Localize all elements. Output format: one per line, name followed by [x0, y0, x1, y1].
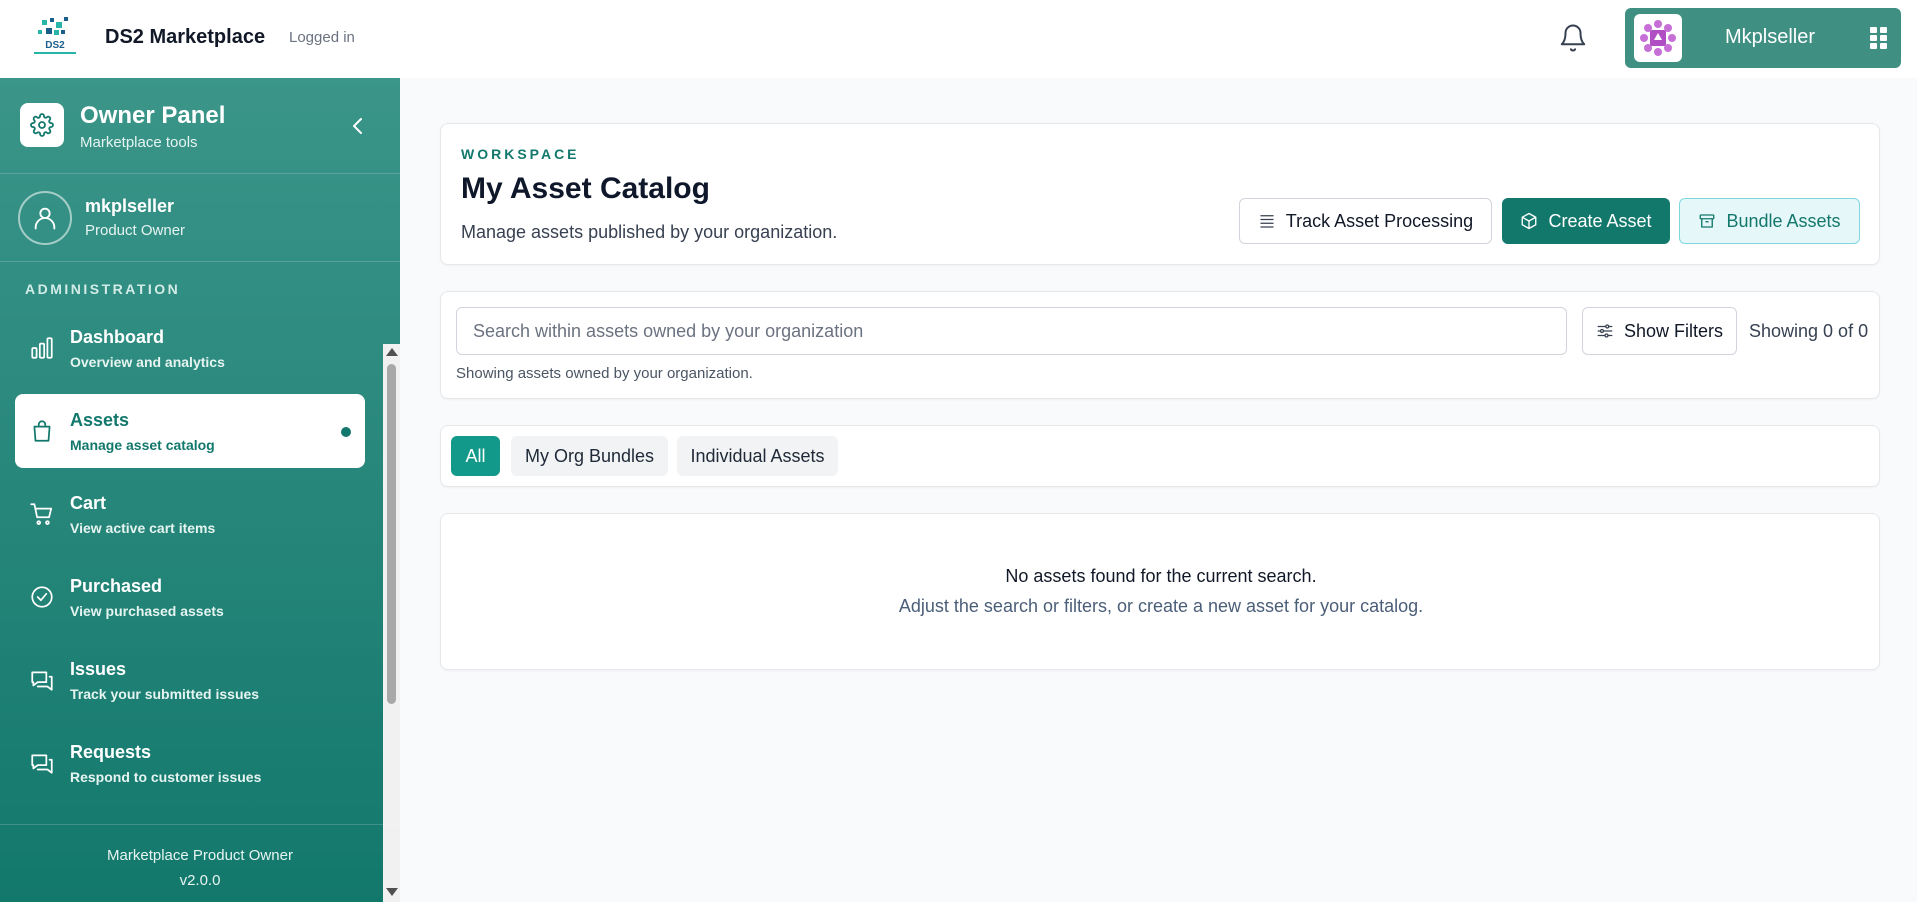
- logo-text: DS2: [45, 40, 65, 51]
- sidebar-item-sub: View active cart items: [70, 520, 216, 536]
- sidebar-item-label: Dashboard: [70, 327, 165, 347]
- profile-name: mkplseller: [85, 196, 175, 216]
- chat-icon: [29, 667, 55, 693]
- chat-icon: [29, 750, 55, 776]
- scroll-up-arrow-icon[interactable]: [386, 348, 398, 356]
- panel-title: Owner Panel: [80, 102, 226, 129]
- tab-my-org-bundles[interactable]: My Org Bundles: [511, 436, 668, 476]
- page-description: Manage assets published by your organiza…: [461, 222, 838, 242]
- sidebar-nav: ADMINISTRATION Dashboard Overview and an…: [0, 266, 400, 824]
- sidebar-item-sub: Overview and analytics: [70, 354, 225, 370]
- empty-subtitle: Adjust the search or filters, or create …: [898, 596, 1424, 616]
- sidebar-item-label: Requests: [70, 742, 152, 762]
- cube-icon: [1520, 212, 1538, 230]
- track-asset-processing-button[interactable]: Track Asset Processing: [1239, 198, 1492, 244]
- sidebar-item-label: Purchased: [70, 576, 163, 596]
- brand-title: DS2 Marketplace: [105, 26, 266, 48]
- sidebar-item-requests[interactable]: Requests Respond to customer issues: [15, 726, 365, 800]
- workspace-eyebrow: WORKSPACE: [461, 146, 580, 162]
- tab-all[interactable]: All: [451, 436, 500, 476]
- empty-title: No assets found for the current search.: [1005, 566, 1317, 586]
- page-title: My Asset Catalog: [461, 172, 710, 205]
- result-count: Showing 0 of 0: [1749, 321, 1869, 341]
- profile-card: mkplseller Product Owner: [0, 174, 400, 262]
- sidebar-item-dashboard[interactable]: Dashboard Overview and analytics: [15, 311, 365, 385]
- sidebar-item-sub: Track your submitted issues: [70, 686, 260, 702]
- sliders-icon: [1596, 322, 1614, 340]
- sidebar: Owner Panel Marketplace tools mkplseller…: [0, 78, 400, 902]
- profile-role: Product Owner: [85, 222, 186, 239]
- top-header: DS2 DS2 Marketplace Logged in Mkplseller: [0, 0, 1917, 78]
- sidebar-scrollbar[interactable]: [383, 344, 400, 902]
- check-circle-icon: [29, 584, 55, 610]
- user-avatar: [1634, 14, 1682, 62]
- login-status: Logged in: [289, 29, 355, 46]
- sidebar-item-purchased[interactable]: Purchased View purchased assets: [15, 560, 365, 634]
- bar-chart-icon: [29, 335, 55, 361]
- create-asset-label: Create Asset: [1548, 210, 1652, 231]
- search-input[interactable]: [456, 307, 1567, 355]
- sidebar-item-sub: Manage asset catalog: [70, 437, 215, 453]
- sidebar-item-assets[interactable]: Assets Manage asset catalog: [15, 394, 365, 468]
- workspace-card: WORKSPACE My Asset Catalog Manage assets…: [440, 123, 1880, 265]
- scroll-thumb[interactable]: [387, 364, 396, 704]
- sidebar-item-sub: Respond to customer issues: [70, 769, 262, 785]
- bundle-assets-button[interactable]: Bundle Assets: [1679, 198, 1860, 244]
- footer-version: v2.0.0: [179, 872, 221, 889]
- section-label: ADMINISTRATION: [25, 281, 181, 297]
- archive-icon: [1698, 212, 1716, 230]
- filter-tabs: All My Org Bundles Individual Assets: [440, 425, 1880, 487]
- footer-role: Marketplace Product Owner: [107, 847, 293, 864]
- user-icon: [18, 191, 72, 245]
- search-note: Showing assets owned by your organizatio…: [456, 365, 753, 382]
- sidebar-item-issues[interactable]: Issues Track your submitted issues: [15, 643, 365, 717]
- chevron-left-icon[interactable]: [346, 114, 370, 138]
- track-asset-processing-label: Track Asset Processing: [1285, 210, 1474, 231]
- user-menu[interactable]: Mkplseller: [1625, 8, 1901, 68]
- active-indicator: [341, 427, 351, 437]
- sidebar-item-label: Issues: [70, 659, 127, 679]
- shopping-bag-icon: [29, 418, 55, 444]
- apps-grid-icon[interactable]: [1869, 26, 1889, 50]
- search-card: Show Filters Showing 0 of 0 Showing asse…: [440, 291, 1880, 399]
- panel-subtitle: Marketplace tools: [80, 134, 198, 151]
- sidebar-item-label: Assets: [70, 410, 130, 430]
- gear-icon: [20, 103, 64, 147]
- panel-header: Owner Panel Marketplace tools: [0, 78, 400, 174]
- empty-state: No assets found for the current search. …: [440, 513, 1880, 670]
- user-name: Mkplseller: [1725, 26, 1816, 48]
- list-icon: [1258, 212, 1276, 230]
- sidebar-item-label: Cart: [70, 493, 107, 513]
- bundle-assets-label: Bundle Assets: [1726, 210, 1841, 231]
- show-filters-button[interactable]: Show Filters: [1582, 307, 1737, 355]
- create-asset-button[interactable]: Create Asset: [1502, 198, 1670, 244]
- bell-icon[interactable]: [1558, 22, 1588, 54]
- sidebar-item-cart[interactable]: Cart View active cart items: [15, 477, 365, 551]
- tab-individual-assets[interactable]: Individual Assets: [677, 436, 838, 476]
- show-filters-label: Show Filters: [1623, 320, 1724, 341]
- sidebar-item-sub: View purchased assets: [70, 603, 224, 619]
- ds2-logo[interactable]: DS2: [28, 16, 82, 60]
- sidebar-footer: Marketplace Product Owner v2.0.0: [0, 824, 400, 902]
- cart-icon: [29, 501, 55, 527]
